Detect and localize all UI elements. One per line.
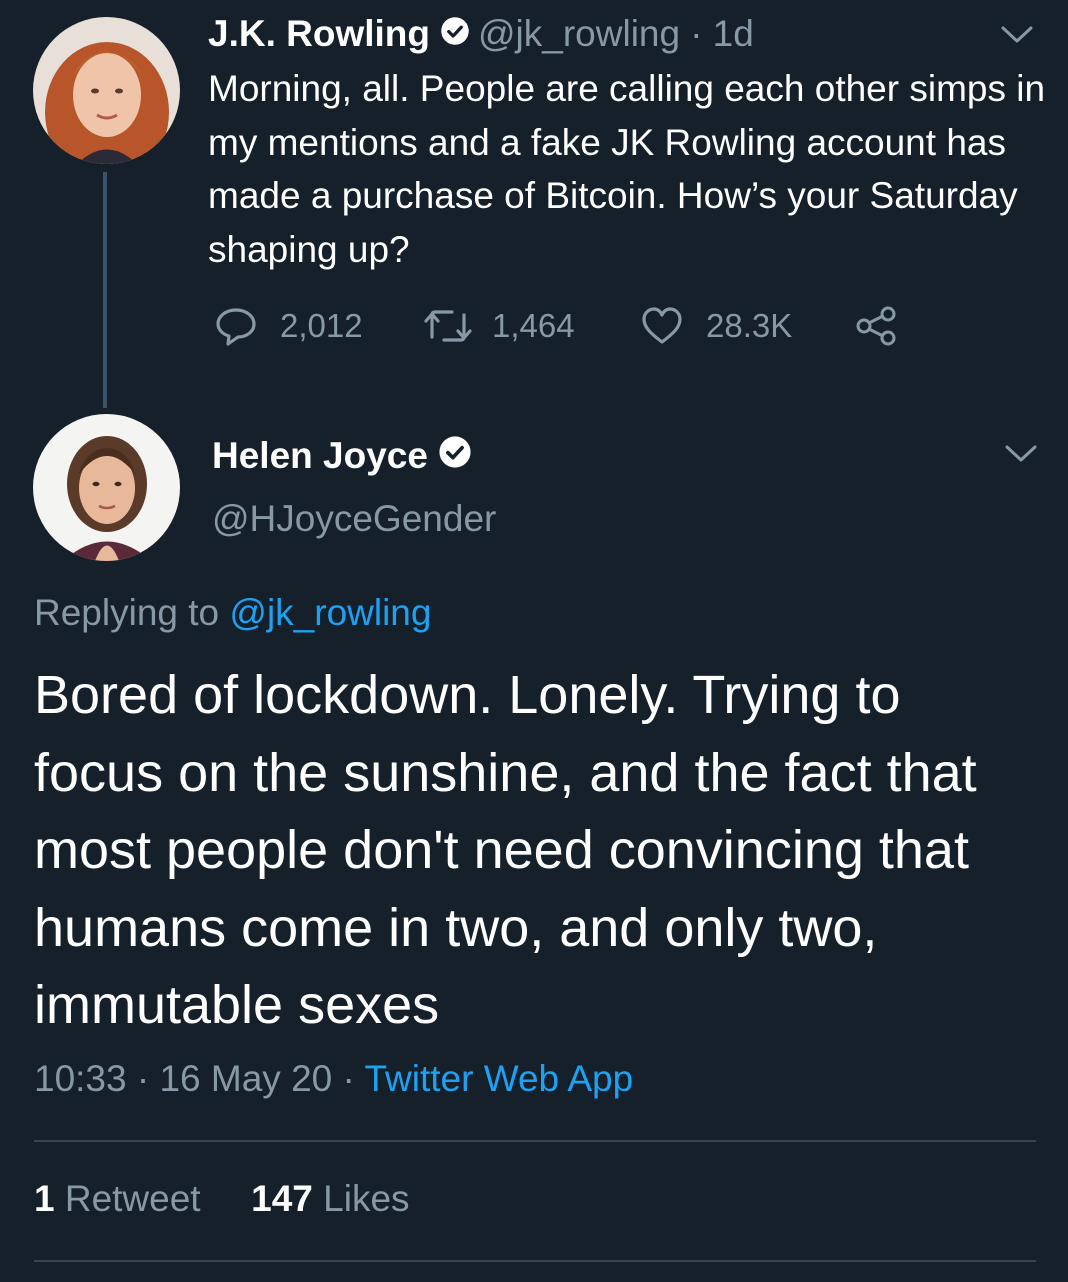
- replying-to-link[interactable]: @jk_rowling: [229, 592, 431, 633]
- like-count: 28.3K: [706, 307, 793, 344]
- chevron-down-icon[interactable]: [1004, 444, 1038, 464]
- reply-icon: [214, 306, 258, 346]
- author-name[interactable]: J.K. Rowling: [208, 13, 430, 55]
- divider: [34, 1260, 1036, 1262]
- tweet-meta-line: 10:33 · 16 May 20 · Twitter Web App: [34, 1058, 633, 1100]
- tweet-timestamp[interactable]: 10:33 · 16 May 20 ·: [34, 1058, 364, 1099]
- retweet-action[interactable]: 1,464: [422, 300, 575, 352]
- like-action[interactable]: 28.3K: [640, 300, 792, 352]
- verified-badge-icon: [440, 13, 470, 55]
- reply-author-name[interactable]: Helen Joyce: [212, 435, 428, 477]
- avatar-helen-joyce[interactable]: [33, 414, 180, 561]
- reply-count: 2,012: [280, 307, 363, 344]
- tweet-source-link[interactable]: Twitter Web App: [364, 1058, 633, 1099]
- replying-to-label: Replying to: [34, 592, 230, 633]
- retweet-count: 1,464: [492, 307, 575, 344]
- thread-connector-line: [103, 172, 107, 408]
- like-icon: [640, 306, 684, 346]
- verified-badge-icon: [438, 435, 472, 478]
- reply-author-row: Helen Joyce: [212, 430, 480, 482]
- chevron-down-icon[interactable]: [1000, 25, 1034, 45]
- replying-to-line: Replying to @jk_rowling: [34, 592, 431, 634]
- author-handle[interactable]: @jk_rowling: [478, 13, 680, 55]
- parent-tweet-text: Morning, all. People are calling each ot…: [208, 68, 1046, 270]
- share-icon: [854, 306, 898, 346]
- retweet-icon: [422, 307, 474, 345]
- avatar-jk-rowling[interactable]: [33, 17, 180, 164]
- reply-action[interactable]: 2,012: [214, 300, 363, 352]
- parent-tweet-header: J.K. Rowling @jk_rowling · 1d: [208, 10, 754, 58]
- tweet-actions-bar: 2,012 1,464 28.3K: [214, 300, 914, 352]
- divider: [34, 1140, 1036, 1142]
- likes-stat[interactable]: 147 Likes: [251, 1178, 409, 1219]
- share-action[interactable]: [854, 300, 898, 352]
- retweets-stat[interactable]: 1 Retweet: [34, 1178, 201, 1219]
- reply-tweet-text: Bored of lockdown. Lonely. Trying to foc…: [34, 665, 977, 1035]
- tweet-age: · 1d: [690, 13, 754, 54]
- engagement-stats: 1 Retweet 147 Likes: [34, 1178, 410, 1220]
- reply-author-handle[interactable]: @HJoyceGender: [212, 498, 496, 540]
